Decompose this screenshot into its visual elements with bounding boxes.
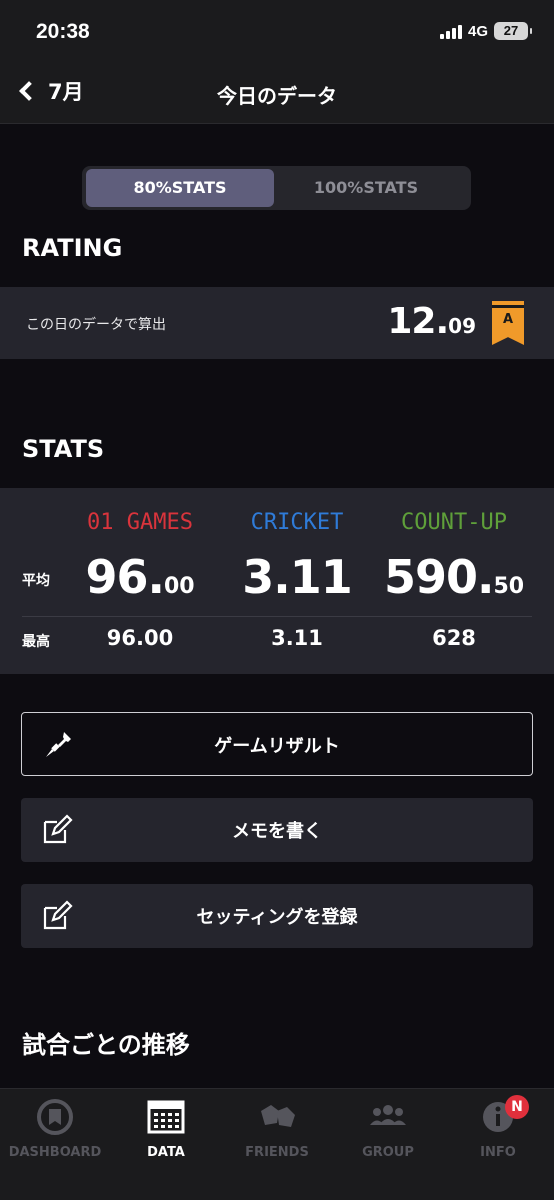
dartboard-icon <box>37 1099 73 1135</box>
avg-count-up-dec: 50 <box>493 574 525 599</box>
avg-01-games: 96.00 <box>55 550 225 604</box>
stats-card: 01 GAMES CRICKET COUNT-UP 平均 96.00 3.11 … <box>0 488 554 674</box>
avg-01-games-dec: 00 <box>163 574 195 599</box>
tab-friends[interactable]: FRIENDS <box>222 1099 332 1160</box>
avg-count-up-int: 590. <box>383 550 494 604</box>
row-label-max: 最高 <box>22 634 50 650</box>
rating-value-int: 12. <box>387 301 449 342</box>
nav-bar: 7月 今日のデータ <box>0 62 554 124</box>
tab-group[interactable]: GROUP <box>333 1099 443 1160</box>
avg-01-games-int: 96. <box>85 550 164 604</box>
trend-section-title: 試合ごとの推移 <box>22 1031 190 1059</box>
stats-section-title: STATS <box>22 435 105 463</box>
stat-header-count-up: COUNT-UP <box>401 510 507 535</box>
tab-dashboard[interactable]: DASHBOARD <box>0 1099 110 1160</box>
rating-card: この日のデータで算出 12.09 A <box>0 287 554 359</box>
network-type: 4G <box>467 22 488 40</box>
rating-section-title: RATING <box>22 234 123 262</box>
status-indicators: 4G 27 <box>439 22 532 40</box>
tab-label: DATA <box>147 1145 185 1160</box>
friends-icon <box>261 1105 295 1127</box>
battery-icon: 27 <box>494 22 532 40</box>
game-result-button[interactable]: ゲームリザルト <box>21 712 533 776</box>
avg-cricket-int: 3.11 <box>242 550 352 604</box>
group-icon <box>370 1105 406 1125</box>
stat-header-cricket: CRICKET <box>250 510 344 535</box>
max-cricket: 3.11 <box>271 626 323 650</box>
segment-80-stats[interactable]: 80%STATS <box>86 169 274 207</box>
tab-label: INFO <box>480 1145 516 1160</box>
max-count-up: 628 <box>432 626 476 650</box>
rank-flag-icon: A <box>492 301 524 345</box>
max-01-games: 96.00 <box>106 626 174 650</box>
register-setting-label: セッティングを登録 <box>196 907 358 928</box>
page-title: 今日のデータ <box>217 84 337 108</box>
tab-label: FRIENDS <box>245 1145 309 1160</box>
rating-value: 12.09 <box>387 301 476 342</box>
segment-100-stats[interactable]: 100%STATS <box>272 169 460 207</box>
tab-data[interactable]: DATA <box>111 1099 221 1160</box>
write-memo-button[interactable]: メモを書く <box>21 798 533 862</box>
signal-icon <box>439 23 462 39</box>
status-bar: 20:38 4G 27 <box>0 0 554 62</box>
row-label-average: 平均 <box>22 573 50 589</box>
game-result-label: ゲームリザルト <box>214 736 340 757</box>
stats-divider <box>22 616 532 617</box>
data-grid-icon <box>147 1100 185 1134</box>
write-memo-label: メモを書く <box>232 821 322 842</box>
avg-cricket: 3.11 <box>212 550 382 604</box>
rating-value-dec: 09 <box>448 314 476 338</box>
register-setting-button[interactable]: セッティングを登録 <box>21 884 533 948</box>
bottom-tab-bar: DASHBOARD DATA FRIENDS GROUP N INFO <box>0 1088 554 1200</box>
notification-badge: N <box>505 1095 529 1119</box>
tab-label: DASHBOARD <box>8 1145 102 1160</box>
stat-header-01-games: 01 GAMES <box>87 510 193 535</box>
status-time: 20:38 <box>36 20 90 43</box>
avg-count-up: 590.50 <box>369 550 539 604</box>
tab-info[interactable]: N INFO <box>443 1095 553 1160</box>
tab-label: GROUP <box>362 1145 414 1160</box>
rating-label: この日のデータで算出 <box>26 317 166 333</box>
stats-segment-control: 80%STATS 100%STATS <box>82 166 471 210</box>
